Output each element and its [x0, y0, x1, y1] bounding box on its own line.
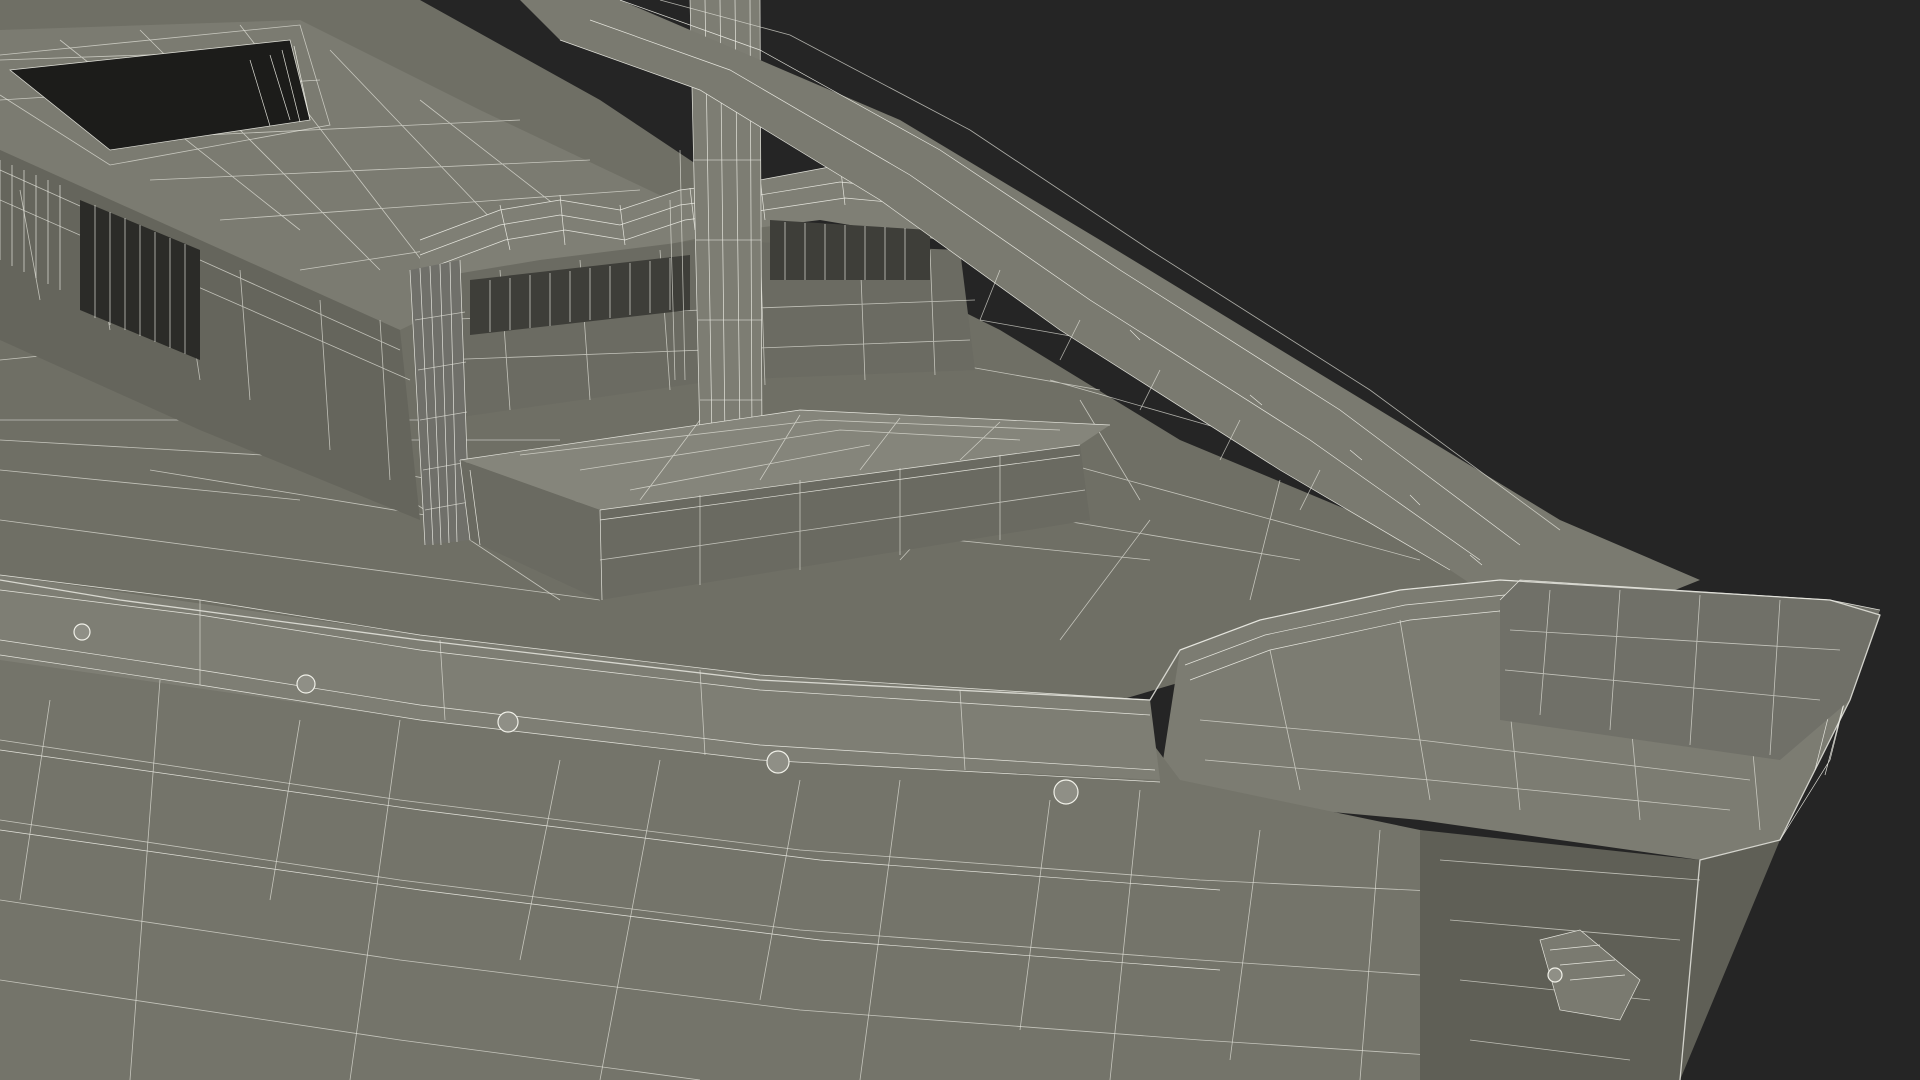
rivet-icon: [766, 750, 790, 774]
viewport-render: [0, 0, 1920, 1080]
rivet-icon: [1547, 967, 1563, 983]
rivet-icon: [296, 674, 316, 694]
rivet-icon: [497, 711, 519, 733]
rivet-icon: [73, 623, 91, 641]
rivet-icon: [1053, 779, 1079, 805]
